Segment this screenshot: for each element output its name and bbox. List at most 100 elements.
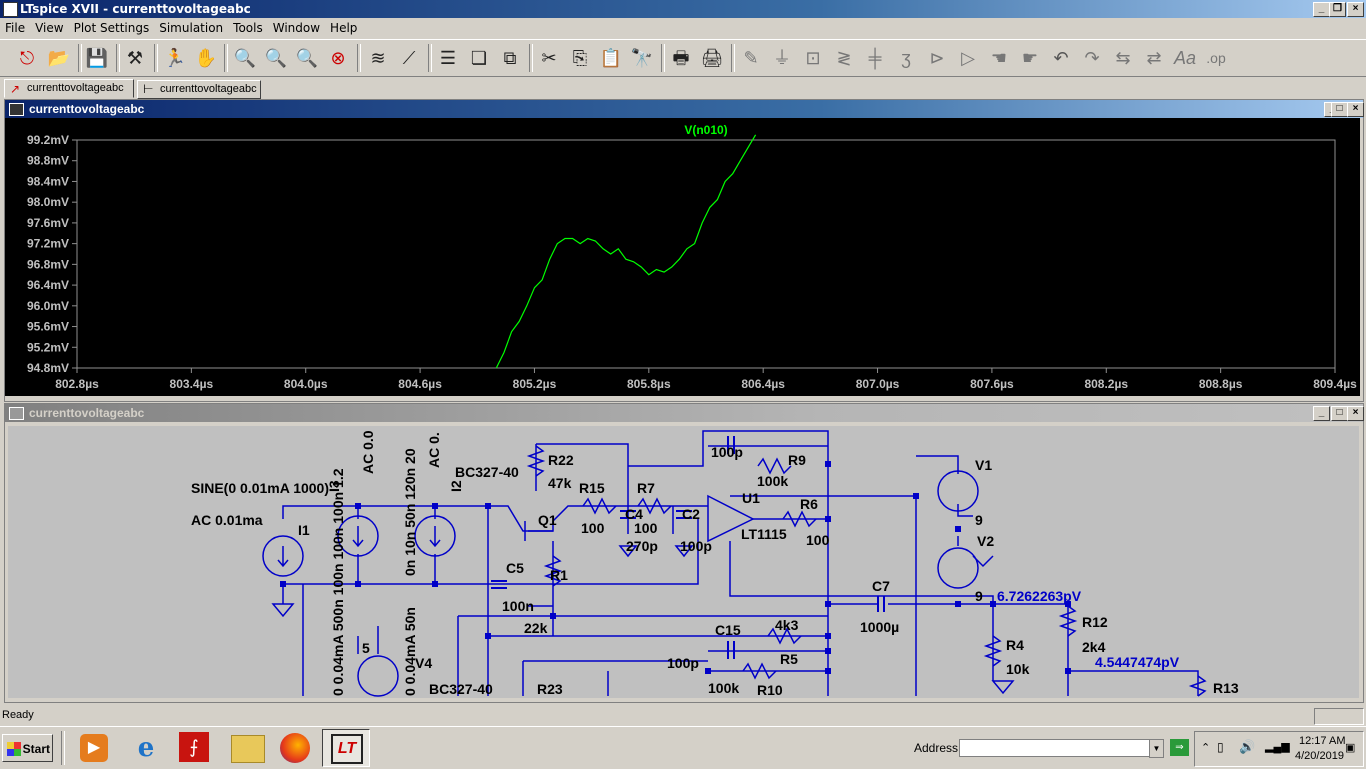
- menu-window[interactable]: Window: [268, 19, 325, 37]
- schematic-label[interactable]: C7: [872, 578, 890, 594]
- schematic-directive-label[interactable]: 0n 10n 50n 120n 20: [402, 448, 418, 576]
- schematic-label[interactable]: R9: [788, 452, 806, 468]
- schematic-label[interactable]: 47k: [548, 475, 571, 491]
- undo-icon[interactable]: ↶: [1048, 45, 1074, 71]
- halt-hand-icon[interactable]: ✋: [193, 45, 219, 71]
- schematic-label[interactable]: BC327-40: [455, 464, 519, 480]
- restore-button[interactable]: ❐: [1329, 2, 1346, 17]
- schematic-label[interactable]: R22: [548, 452, 574, 468]
- schematic-label[interactable]: C5: [506, 560, 524, 576]
- spice-directive-icon[interactable]: .op: [1203, 45, 1229, 71]
- mirror-icon[interactable]: ⇄: [1141, 45, 1167, 71]
- tab-waveform[interactable]: ↗ currenttovoltageabc: [4, 79, 134, 98]
- trace-line[interactable]: [495, 134, 757, 369]
- zoom-fit-icon[interactable]: ⊗: [325, 45, 351, 71]
- menu-view[interactable]: View: [30, 19, 68, 37]
- tile-vertical-icon[interactable]: ⧉: [497, 45, 523, 71]
- schematic-directive-label[interactable]: AC 0.0: [360, 430, 376, 474]
- schematic-label[interactable]: SINE(0 0.01mA 1000): [191, 480, 329, 496]
- schematic-label[interactable]: 270p: [626, 538, 658, 554]
- address-input[interactable]: [959, 739, 1155, 757]
- schematic-label[interactable]: V2: [977, 533, 994, 549]
- menu-plot-settings[interactable]: Plot Settings: [69, 19, 155, 37]
- copy-icon[interactable]: ⎘: [567, 45, 593, 71]
- schematic-label[interactable]: U1: [742, 490, 760, 506]
- delete-trace-icon[interactable]: ⟋: [396, 45, 422, 71]
- schematic-label[interactable]: 100: [806, 532, 829, 548]
- tray-notification-icon[interactable]: ▣: [1345, 741, 1355, 754]
- run-icon[interactable]: 🏃: [162, 45, 188, 71]
- open-folder-icon[interactable]: 📂: [46, 45, 72, 71]
- schematic-label[interactable]: R7: [637, 480, 655, 496]
- schematic-label[interactable]: LT1115: [741, 526, 787, 542]
- file-explorer-icon[interactable]: [231, 735, 265, 763]
- schematic-label[interactable]: V1: [975, 457, 992, 473]
- schematic-label[interactable]: 5: [362, 640, 370, 656]
- schematic-directive-label[interactable]: AC 0.: [426, 432, 442, 468]
- address-dropdown-chevron-down-icon[interactable]: ▼: [1149, 739, 1164, 758]
- save-icon[interactable]: 💾: [84, 45, 110, 71]
- start-button[interactable]: Start: [2, 734, 53, 762]
- schematic-label[interactable]: R10: [757, 682, 783, 698]
- schematic-label[interactable]: 9: [975, 588, 983, 604]
- tray-date[interactable]: 4/20/2019: [1295, 750, 1344, 762]
- schematic-label[interactable]: 22k: [524, 620, 547, 636]
- schematic-label[interactable]: 100p: [680, 538, 712, 554]
- schematic-label[interactable]: 6.7262263pV: [997, 588, 1081, 604]
- schematic-label[interactable]: 100k: [757, 473, 788, 489]
- cascade-icon[interactable]: ❏: [466, 45, 492, 71]
- schematic-label[interactable]: Q1: [538, 512, 557, 528]
- schematic-label[interactable]: R5: [780, 651, 798, 667]
- ground-icon[interactable]: ⏚: [769, 45, 795, 71]
- schem-close-button[interactable]: ×: [1347, 406, 1364, 421]
- plot-close-button[interactable]: ×: [1347, 102, 1364, 117]
- go-arrow-icon[interactable]: ⇒: [1170, 739, 1189, 756]
- resistor-icon[interactable]: ≷: [831, 45, 857, 71]
- zoom-pan-icon[interactable]: 🔍: [263, 45, 289, 71]
- menu-file[interactable]: File: [0, 19, 30, 37]
- redo-icon[interactable]: ↷: [1079, 45, 1105, 71]
- tray-volume-icon[interactable]: 🔊: [1239, 739, 1255, 755]
- tray-device-icon[interactable]: ▯: [1217, 740, 1224, 754]
- move-hand-icon[interactable]: ☚: [986, 45, 1012, 71]
- zoom-in-icon[interactable]: 🔍: [232, 45, 258, 71]
- schematic-label[interactable]: I2: [448, 480, 464, 492]
- minimize-button[interactable]: _: [1313, 2, 1330, 17]
- trace-legend-label[interactable]: V(n010): [684, 123, 727, 137]
- schematic-label[interactable]: R13: [1213, 680, 1239, 696]
- tray-network-icon[interactable]: ▂▄▆: [1265, 740, 1290, 753]
- acrobat-icon[interactable]: ⨍: [179, 732, 209, 762]
- menu-simulation[interactable]: Simulation: [154, 19, 228, 37]
- schematic-label[interactable]: 100: [634, 520, 657, 536]
- schematic-label[interactable]: 100: [581, 520, 604, 536]
- inductor-icon[interactable]: ʒ: [893, 45, 919, 71]
- schematic-label[interactable]: 4.5447474pV: [1095, 654, 1179, 670]
- schematic-label[interactable]: AC 0.01ma: [191, 512, 263, 528]
- schematic-canvas[interactable]: SINE(0 0.01mA 1000) AC 0.01ma I1 I3 I2 BC327-…: [8, 426, 1359, 698]
- tray-time[interactable]: 12:17 AM: [1299, 735, 1345, 747]
- schematic-label[interactable]: 9: [975, 512, 983, 528]
- schematic-label[interactable]: C15: [715, 622, 741, 638]
- schematic-label[interactable]: 100p: [711, 444, 743, 460]
- internet-explorer-icon[interactable]: e: [132, 734, 160, 762]
- draw-wire-icon[interactable]: ✎: [738, 45, 764, 71]
- schem-minimize-button[interactable]: _: [1313, 406, 1330, 421]
- waveform-plot[interactable]: 99.2mV 98.8mV 98.4mV 98.0mV 97.6mV 97.2mV 96.8…: [5, 118, 1360, 396]
- schematic-label[interactable]: 2k4: [1082, 639, 1105, 655]
- label-net-icon[interactable]: ⊡: [800, 45, 826, 71]
- text-icon[interactable]: Aa: [1172, 45, 1198, 71]
- close-button[interactable]: ×: [1347, 2, 1364, 17]
- schematic-directive-label[interactable]: 0 0.04mA 500n 100n 100n 100n 1.2: [330, 468, 346, 696]
- schem-maximize-button[interactable]: □: [1331, 406, 1348, 421]
- schematic-label[interactable]: C2: [682, 506, 700, 522]
- capacitor-icon[interactable]: ╪: [862, 45, 888, 71]
- plot-maximize-button[interactable]: □: [1331, 102, 1348, 117]
- new-schematic-icon[interactable]: ⎋: [14, 45, 40, 71]
- schematic-label[interactable]: R23: [537, 681, 563, 697]
- tray-expand-icon[interactable]: ⌃: [1201, 741, 1210, 754]
- schematic-label[interactable]: I1: [298, 522, 310, 538]
- schematic-label[interactable]: 100n: [502, 598, 534, 614]
- component-icon[interactable]: ▷: [955, 45, 981, 71]
- autorange-icon[interactable]: ≋: [365, 45, 391, 71]
- schematic-directive-label[interactable]: 0 0.04mA 50n: [402, 607, 418, 696]
